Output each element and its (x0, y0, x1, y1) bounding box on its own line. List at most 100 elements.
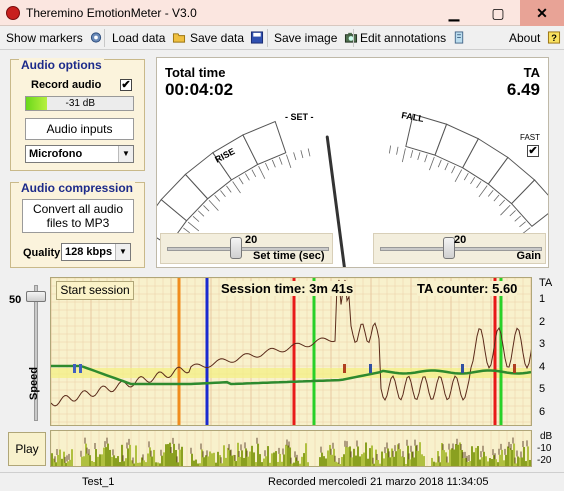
waveform-bar (483, 451, 485, 466)
dial-tick (429, 156, 435, 171)
fast-checkbox[interactable]: ✔ (527, 145, 539, 157)
fast-label: FAST (520, 133, 541, 142)
waveform-bar (501, 449, 503, 466)
waveform-bar (85, 443, 87, 466)
speed-slider[interactable] (26, 279, 46, 425)
waveform-bar (189, 466, 191, 467)
record-audio-label: Record audio (31, 79, 102, 91)
waveform-bar (475, 447, 477, 466)
waveform-bar (329, 444, 331, 466)
ta-counter-label: TA counter: 5.60 (417, 281, 518, 296)
waveform-bar (51, 453, 53, 466)
waveform-bar (253, 452, 255, 466)
waveform-bar (313, 466, 315, 467)
status-bar: Test_1 Recorded mercoledì 21 marzo 2018 … (0, 472, 564, 491)
waveform-bar (363, 452, 365, 466)
waveform-bar (157, 462, 159, 466)
dial-tick (519, 221, 526, 228)
convert-mp3-button[interactable]: Convert all audio files to MP3 (22, 199, 134, 233)
dial-tick (251, 169, 257, 177)
dial-tick (451, 165, 456, 174)
dial-tick (286, 154, 292, 169)
waveform-bar (185, 466, 187, 467)
waveform-bar (61, 458, 63, 466)
audio-options-panel: Audio options Record audio ✔ -31 dB Audi… (10, 58, 145, 171)
waveform-bar (361, 454, 363, 466)
maximize-button[interactable]: ▢ (476, 0, 520, 26)
save-data-button[interactable]: Save data (190, 31, 264, 45)
waveform-bar (235, 461, 237, 466)
waveform-bar (65, 462, 67, 466)
waveform-bar (471, 446, 473, 466)
audio-waveform-strip[interactable] (50, 430, 532, 467)
dial-tick (470, 176, 476, 185)
waveform-bar (451, 448, 453, 466)
audio-inputs-button[interactable]: Audio inputs (25, 118, 134, 140)
waveform-bar (75, 466, 77, 467)
file-name: Test_1 (82, 476, 115, 488)
save-image-button[interactable]: Save image (274, 31, 358, 45)
audio-compression-title: Audio compression (19, 181, 136, 195)
waveform-bar (425, 466, 427, 467)
waveform-bar (241, 450, 243, 466)
waveform-bar (319, 457, 321, 466)
speed-slider-thumb[interactable] (26, 291, 46, 303)
waveform-bar (447, 462, 449, 466)
speed-slider-track[interactable] (34, 285, 38, 421)
audio-input-value: Microfono (29, 148, 83, 160)
waveform-bar (289, 447, 291, 466)
waveform-bar (473, 452, 475, 466)
chevron-down-icon: ▼ (118, 146, 133, 162)
dial-tick (214, 195, 221, 202)
dial-tick (437, 159, 442, 168)
quality-select[interactable]: 128 kbps ▼ (61, 243, 131, 261)
set-time-slider-thumb[interactable] (230, 237, 242, 259)
waveform-bar (243, 457, 245, 466)
waveform-bar (125, 458, 127, 466)
svg-text:?: ? (551, 33, 557, 43)
waveform-bar (355, 455, 357, 466)
play-button[interactable]: Play (8, 432, 46, 466)
dial-tick (454, 169, 463, 183)
gain-slider-box: 20 Gain (373, 233, 546, 264)
waveform-bar (221, 463, 223, 466)
waveform-bar (87, 453, 89, 466)
close-button[interactable]: ✕ (520, 0, 564, 26)
about-button[interactable]: About ? (509, 31, 561, 45)
waveform-bar (431, 457, 433, 466)
load-data-button[interactable]: Load data (112, 31, 186, 45)
db-axis-title: dB (540, 431, 553, 442)
waveform-bar (263, 458, 265, 466)
minimize-button[interactable]: ▁ (432, 0, 476, 26)
waveform-bar (307, 462, 309, 466)
waveform-bar (281, 461, 283, 466)
waveform-bar (155, 462, 157, 466)
session-chart[interactable]: Start session Session time: 3m 41s TA co… (50, 277, 532, 426)
waveform-bar (275, 451, 277, 466)
waveform-bar (151, 456, 153, 466)
waveform-bar (169, 442, 171, 466)
audio-input-select[interactable]: Microfono ▼ (25, 145, 134, 163)
session-chart-plot (51, 278, 531, 425)
audio-level-value: -31 dB (65, 98, 95, 109)
waveform-bar (297, 460, 299, 466)
dial-tick (197, 210, 205, 217)
waveform-bar (395, 451, 397, 466)
dial-tick (258, 166, 266, 179)
audio-compression-panel: Audio compression Convert all audio file… (10, 181, 145, 268)
record-audio-checkbox[interactable]: ✔ (120, 79, 132, 91)
load-data-label: Load data (112, 31, 166, 45)
annotation-flag (79, 364, 82, 373)
waveform-bar (497, 462, 499, 466)
waveform-bar (511, 449, 513, 466)
about-label: About (509, 31, 541, 45)
start-session-button[interactable]: Start session (56, 281, 134, 300)
quality-label: Quality (23, 247, 61, 259)
edit-annotations-button[interactable]: Edit annotations (360, 31, 466, 45)
show-markers-button[interactable]: Show markers (6, 31, 103, 45)
waveform-bar (133, 463, 135, 466)
waveform-bar (187, 466, 189, 467)
waveform-bar (271, 453, 273, 466)
waveform-bar (477, 446, 479, 466)
dial-tick (220, 190, 226, 198)
